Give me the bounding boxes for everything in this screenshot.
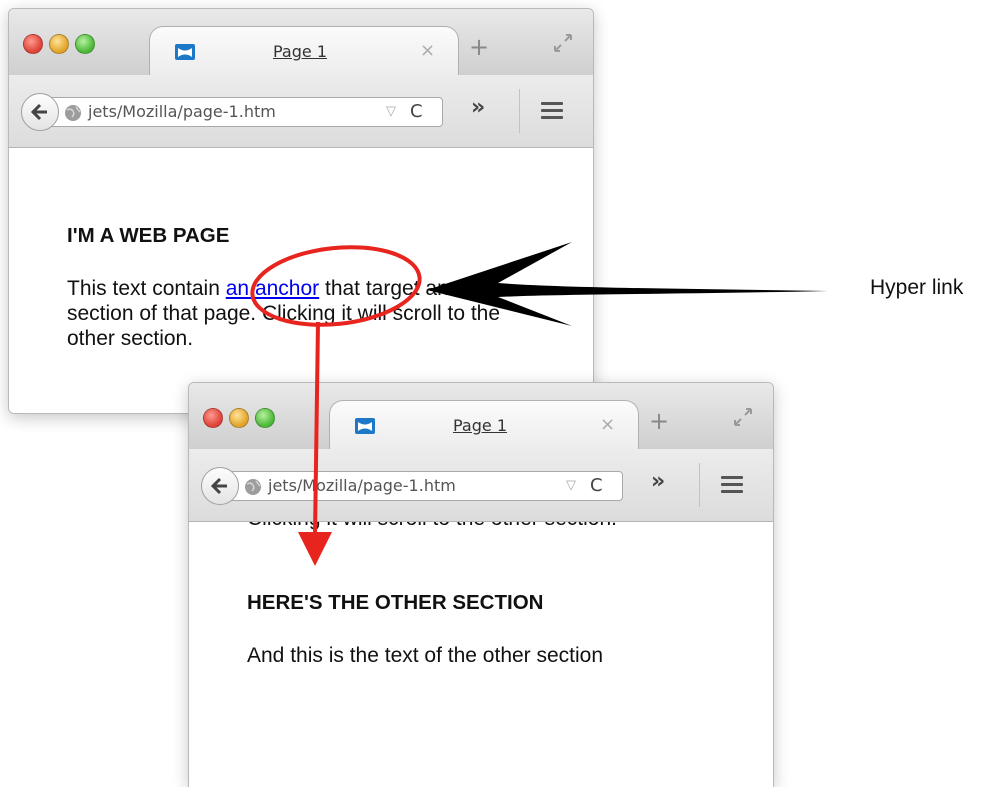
title-bar: Page 1 × +: [189, 383, 773, 451]
section-paragraph: And this is the text of the other sectio…: [247, 644, 604, 667]
tab-close-icon[interactable]: ×: [600, 414, 615, 435]
back-arrow-icon: [210, 477, 227, 495]
reload-icon[interactable]: C: [410, 101, 423, 122]
page-content: I'M A WEB PAGE This text contain an anch…: [9, 148, 593, 413]
page-paragraph: This text contain an anchor that target …: [67, 276, 527, 351]
title-bar: Page 1 × +: [9, 9, 593, 77]
hyperlink-label: Hyper link: [870, 276, 964, 299]
url-text: jets/Mozilla/page-1.htm: [88, 102, 276, 121]
fullscreen-icon[interactable]: [551, 31, 575, 55]
page-favicon-icon: [175, 44, 195, 60]
tab-title: Page 1: [453, 416, 507, 435]
back-button[interactable]: [21, 93, 59, 131]
fullscreen-icon[interactable]: [731, 405, 755, 429]
close-window-button[interactable]: [23, 34, 43, 54]
tab-title: Page 1: [273, 42, 327, 61]
navigation-toolbar: jets/Mozilla/page-1.htm ▽ C »: [189, 449, 773, 522]
url-text: jets/Mozilla/page-1.htm: [268, 476, 456, 495]
tab-page-1[interactable]: Page 1 ×: [329, 400, 639, 451]
minimize-window-button[interactable]: [49, 34, 69, 54]
scrolled-paragraph-text: Clicking it will scroll to the other sec…: [247, 522, 707, 531]
page-favicon-icon: [355, 418, 375, 434]
toolbar-separator: [699, 463, 700, 507]
history-dropdown-icon[interactable]: ▽: [386, 103, 396, 119]
hamburger-menu-icon[interactable]: [541, 102, 563, 120]
globe-icon: [65, 105, 81, 121]
anchor-link[interactable]: an anchor: [226, 277, 319, 300]
back-arrow-icon: [30, 103, 47, 121]
toolbar-separator: [519, 89, 520, 133]
close-window-button[interactable]: [203, 408, 223, 428]
zoom-window-button[interactable]: [75, 34, 95, 54]
url-bar[interactable]: jets/Mozilla/page-1.htm ▽ C: [47, 97, 443, 127]
new-tab-button[interactable]: +: [469, 35, 489, 59]
url-bar[interactable]: jets/Mozilla/page-1.htm ▽ C: [227, 471, 623, 501]
page-heading: I'M A WEB PAGE: [67, 224, 230, 247]
reload-icon[interactable]: C: [590, 475, 603, 496]
history-dropdown-icon[interactable]: ▽: [566, 477, 576, 493]
hamburger-menu-icon[interactable]: [721, 476, 743, 494]
overflow-chevron-icon[interactable]: »: [651, 469, 665, 494]
paragraph-text-start: This text contain: [67, 277, 226, 300]
zoom-window-button[interactable]: [255, 408, 275, 428]
tab-page-1[interactable]: Page 1 ×: [149, 26, 459, 77]
section-heading: HERE'S THE OTHER SECTION: [247, 591, 544, 614]
overflow-chevron-icon[interactable]: »: [471, 95, 485, 120]
browser-window-before: Page 1 × + jets/Mozilla/page-1.htm ▽ C »: [8, 8, 594, 414]
tab-close-icon[interactable]: ×: [420, 40, 435, 61]
back-button[interactable]: [201, 467, 239, 505]
browser-window-after: Page 1 × + jets/Mozilla/page-1.htm ▽ C »: [188, 382, 774, 787]
navigation-toolbar: jets/Mozilla/page-1.htm ▽ C »: [9, 75, 593, 148]
page-content-scrolled: Clicking it will scroll to the other sec…: [189, 522, 773, 787]
new-tab-button[interactable]: +: [649, 409, 669, 433]
minimize-window-button[interactable]: [229, 408, 249, 428]
globe-icon: [245, 479, 261, 495]
